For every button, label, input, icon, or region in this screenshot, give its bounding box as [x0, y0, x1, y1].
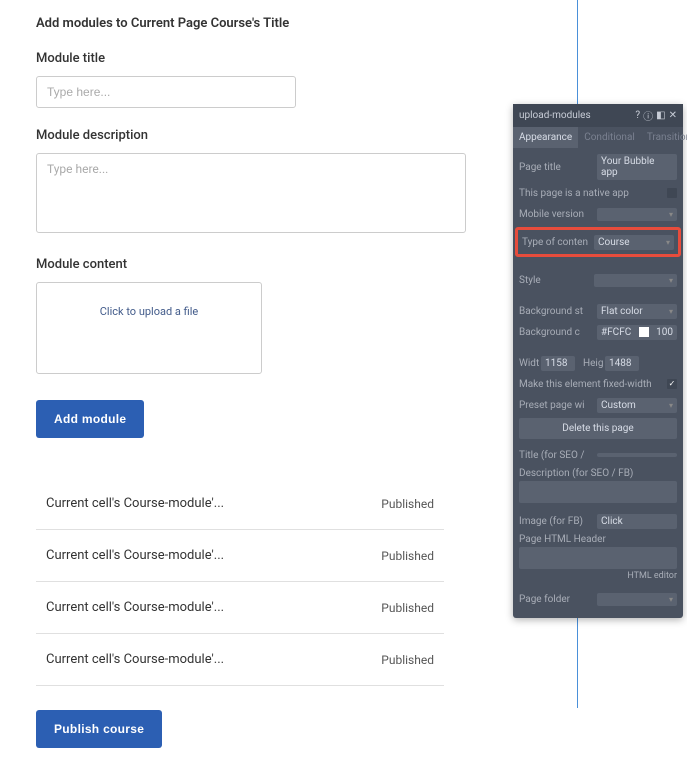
tab-transitions[interactable]: Transitions — [641, 127, 687, 148]
html-header-input[interactable] — [519, 547, 677, 569]
panel-header[interactable]: upload-modules ? ⓘ ◧ ✕ — [513, 104, 683, 127]
style-label: Style — [519, 275, 594, 286]
panel-tabs: Appearance Conditional Transitions — [513, 127, 683, 148]
module-status: Published — [381, 497, 434, 511]
mobile-version-label: Mobile version — [519, 209, 597, 220]
publish-course-button[interactable]: Publish course — [36, 710, 162, 748]
width-label: Widt — [519, 358, 541, 369]
mobile-version-dropdown[interactable]: ▾ — [597, 208, 677, 221]
help-icon[interactable]: ? — [635, 110, 640, 121]
info-icon[interactable]: ⓘ — [643, 108, 653, 123]
panel-title: upload-modules — [519, 110, 591, 121]
list-item[interactable]: Current cell's Course-module'... Publish… — [36, 634, 444, 686]
upload-text: Click to upload a file — [100, 305, 198, 318]
native-app-checkbox[interactable] — [667, 188, 677, 198]
module-name: Current cell's Course-module'... — [46, 652, 224, 667]
highlight-box: Type of conten Course▾ — [515, 227, 681, 257]
seo-desc-input[interactable] — [519, 481, 677, 503]
preset-width-label: Preset page wi — [519, 400, 597, 411]
delete-page-button[interactable]: Delete this page — [519, 418, 677, 439]
fb-image-field[interactable]: Click — [597, 514, 677, 529]
width-input[interactable]: 1158 — [541, 356, 575, 371]
module-content-label: Module content — [36, 257, 444, 272]
native-app-label: This page is a native app — [519, 188, 667, 199]
module-title-input[interactable] — [36, 76, 296, 108]
page-folder-label: Page folder — [519, 594, 597, 605]
page-title: Add modules to Current Page Course's Tit… — [36, 16, 444, 31]
comment-icon[interactable]: ◧ — [656, 110, 665, 121]
page-title-label: Page title — [519, 162, 597, 173]
html-editor-link[interactable]: HTML editor — [519, 571, 677, 581]
html-header-label: Page HTML Header — [519, 534, 677, 545]
module-description-label: Module description — [36, 128, 444, 143]
module-name: Current cell's Course-module'... — [46, 600, 224, 615]
fixed-width-label: Make this element fixed-width — [519, 379, 667, 390]
height-label: Heig — [583, 358, 605, 369]
property-panel: upload-modules ? ⓘ ◧ ✕ Appearance Condit… — [513, 104, 683, 618]
fb-image-label: Image (for FB) — [519, 516, 597, 527]
module-list: Current cell's Course-module'... Publish… — [36, 478, 444, 686]
bg-style-label: Background st — [519, 306, 597, 317]
style-dropdown[interactable]: ▾ — [594, 274, 677, 287]
page-folder-dropdown[interactable]: ▾ — [597, 593, 677, 606]
tab-appearance[interactable]: Appearance — [513, 127, 578, 148]
seo-title-label: Title (for SEO / — [519, 450, 597, 461]
list-item[interactable]: Current cell's Course-module'... Publish… — [36, 478, 444, 530]
module-name: Current cell's Course-module'... — [46, 548, 224, 563]
type-content-dropdown[interactable]: Course▾ — [594, 235, 674, 250]
add-module-button[interactable]: Add module — [36, 400, 144, 438]
upload-file-box[interactable]: Click to upload a file — [36, 282, 262, 374]
close-icon[interactable]: ✕ — [669, 110, 677, 121]
main-form: Add modules to Current Page Course's Tit… — [0, 0, 480, 764]
module-status: Published — [381, 653, 434, 667]
page-title-field[interactable]: Your Bubble app — [597, 154, 677, 180]
module-status: Published — [381, 549, 434, 563]
module-status: Published — [381, 601, 434, 615]
list-item[interactable]: Current cell's Course-module'... Publish… — [36, 582, 444, 634]
module-title-label: Module title — [36, 51, 444, 66]
color-swatch[interactable] — [639, 327, 649, 337]
height-input[interactable]: 1488 — [605, 356, 639, 371]
tab-conditional[interactable]: Conditional — [578, 127, 641, 148]
bg-color-field[interactable]: #FCFC100 — [597, 325, 677, 340]
list-item[interactable]: Current cell's Course-module'... Publish… — [36, 530, 444, 582]
module-description-input[interactable] — [36, 153, 466, 233]
module-name: Current cell's Course-module'... — [46, 496, 224, 511]
bg-color-label: Background c — [519, 327, 597, 338]
type-content-label: Type of conten — [522, 237, 594, 248]
seo-desc-label: Description (for SEO / FB) — [519, 468, 677, 479]
fixed-width-checkbox[interactable] — [667, 379, 677, 389]
seo-title-input[interactable] — [597, 453, 677, 457]
preset-width-dropdown[interactable]: Custom▾ — [597, 398, 677, 413]
bg-style-dropdown[interactable]: Flat color▾ — [597, 304, 677, 319]
